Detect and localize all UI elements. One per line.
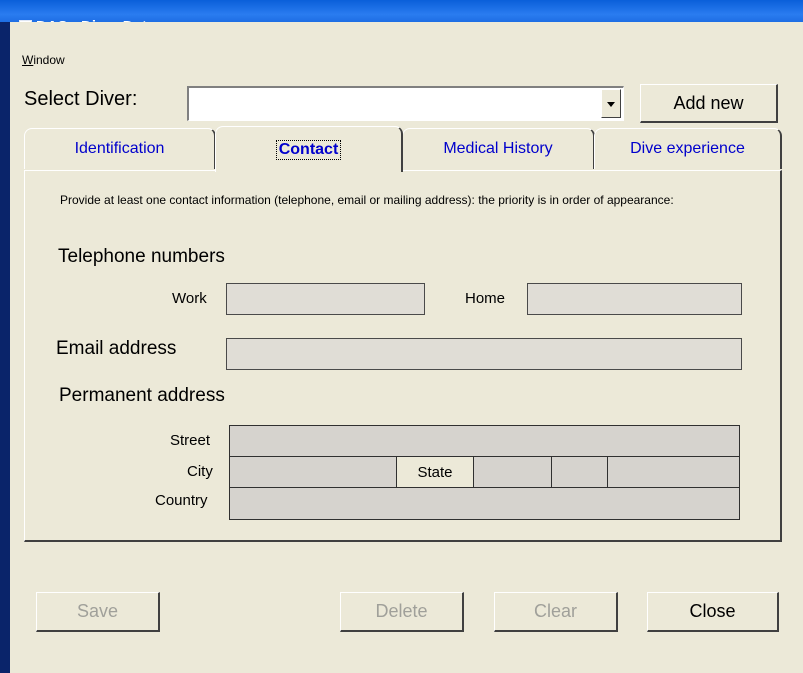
state-label-text: State bbox=[417, 463, 453, 481]
contact-instructions: Provide at least one contact information… bbox=[60, 193, 674, 207]
delete-button[interactable]: Delete bbox=[340, 592, 464, 632]
clear-label: Clear bbox=[533, 601, 577, 621]
work-label: Work bbox=[172, 290, 207, 307]
street-label: Street bbox=[170, 432, 211, 449]
close-button[interactable]: Close bbox=[647, 592, 779, 632]
tab-label: Dive experience bbox=[630, 140, 745, 157]
address-heading: Permanent address bbox=[59, 385, 225, 406]
tab-contact[interactable]: Contact bbox=[215, 126, 403, 172]
chevron-down-icon[interactable] bbox=[601, 89, 621, 118]
city-label: City bbox=[187, 463, 213, 480]
email-heading: Email address bbox=[56, 338, 177, 359]
tab-label: Contact bbox=[275, 139, 342, 160]
country-field[interactable] bbox=[229, 487, 740, 520]
home-phone-field[interactable] bbox=[527, 283, 742, 315]
telephone-heading: Telephone numbers bbox=[58, 246, 225, 267]
postal-code-field[interactable] bbox=[551, 456, 608, 488]
email-field[interactable] bbox=[226, 338, 742, 370]
clear-button[interactable]: Clear bbox=[494, 592, 618, 632]
window-border bbox=[0, 22, 10, 673]
tab-label: Identification bbox=[74, 140, 165, 157]
street-field[interactable] bbox=[229, 425, 740, 457]
tab-dive-experience[interactable]: Dive experience bbox=[594, 128, 782, 169]
city-field[interactable] bbox=[229, 456, 397, 488]
add-new-label: Add new bbox=[673, 92, 744, 113]
tab-label: Medical History bbox=[443, 140, 553, 157]
tab-medical-history[interactable]: Medical History bbox=[402, 128, 595, 169]
save-button[interactable]: Save bbox=[36, 592, 160, 632]
add-new-button[interactable]: Add new bbox=[640, 84, 778, 123]
select-diver-label: Select Diver: bbox=[24, 88, 138, 110]
tab-identification[interactable]: Identification bbox=[24, 128, 216, 169]
select-diver-combobox[interactable] bbox=[187, 86, 624, 121]
home-label: Home bbox=[465, 290, 506, 307]
state-label: State bbox=[396, 456, 474, 488]
country-label: Country bbox=[155, 492, 208, 509]
menu-mnemonic: W bbox=[22, 53, 34, 67]
menu-bar bbox=[10, 48, 803, 72]
menu-item-label-rest: indow bbox=[33, 53, 65, 67]
postal-extra-field[interactable] bbox=[607, 456, 740, 488]
close-label: Close bbox=[689, 601, 736, 621]
save-label: Save bbox=[76, 601, 119, 621]
work-phone-field[interactable] bbox=[226, 283, 425, 315]
delete-label: Delete bbox=[375, 601, 428, 621]
menu-item-window[interactable]: Window bbox=[22, 53, 65, 67]
state-field[interactable] bbox=[473, 456, 552, 488]
